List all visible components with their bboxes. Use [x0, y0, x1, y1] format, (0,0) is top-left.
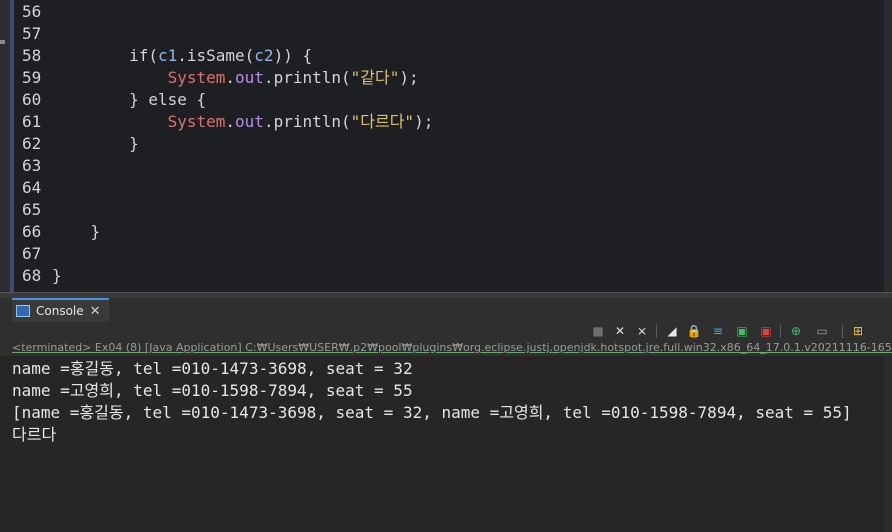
close-icon[interactable]: ✕: [90, 304, 101, 319]
code-token: "다르다": [350, 112, 415, 131]
code-token: out: [235, 112, 264, 131]
console-output-line: name =고영희, tel =010-1598-7894, seat = 55: [12, 381, 413, 400]
code-editor[interactable]: 56 57 58 if(c1.isSame(c2)) {59 System.out.…: [0, 0, 892, 292]
code-token: .isSame(: [177, 46, 255, 65]
console-scrollbar[interactable]: [884, 356, 892, 532]
editor-folding-strip: [10, 0, 14, 292]
tab-console[interactable]: Console ✕: [12, 298, 109, 322]
code-token: }: [52, 222, 101, 241]
line-number: 65: [22, 200, 42, 219]
code-token: .: [225, 112, 236, 131]
code-token: .: [225, 68, 236, 87]
remove-all-terminated-icon[interactable]: ⨯: [634, 323, 650, 339]
code-text: if(c1.isSame(c2)) {: [52, 45, 312, 67]
toolbar-separator: [842, 324, 843, 338]
toolbar-separator: [656, 324, 657, 338]
code-token: );: [399, 68, 419, 87]
code-token: );: [414, 112, 434, 131]
console-process-status: <terminated> Ex04 (8) [Java Application]…: [0, 340, 892, 356]
line-number: 68: [22, 266, 42, 285]
code-token: "같다": [350, 68, 400, 87]
code-token: } else {: [52, 90, 207, 109]
code-token: c2: [254, 46, 274, 65]
clear-console-icon[interactable]: ◢: [664, 323, 680, 339]
line-number: 56: [22, 2, 42, 21]
line-number: 61: [22, 112, 42, 131]
code-token: }: [52, 266, 62, 285]
line-number: 60: [22, 90, 42, 109]
pin-console-icon[interactable]: ⊕: [788, 323, 804, 339]
process-status-text: <terminated> Ex04 (8) [Java Application]…: [12, 341, 892, 354]
code-token: }: [52, 134, 139, 153]
code-text: }: [52, 133, 139, 155]
line-number: 62: [22, 134, 42, 153]
console-toolbar: ■ ✕ ⨯ ◢ 🔒 ≡ ▣ ▣ ⊕ ▭ ⊞: [0, 322, 892, 340]
code-token: out: [235, 68, 264, 87]
code-token: .println(: [263, 68, 351, 87]
code-text: System.out.println("다르다");: [52, 111, 434, 133]
editor-scrollbar[interactable]: [884, 0, 892, 292]
console-tab-bar: Console ✕: [0, 298, 892, 322]
code-token: c1: [157, 46, 178, 65]
code-text: } else {: [52, 89, 206, 111]
line-number: 59: [22, 68, 42, 87]
console-output-line: 다르다: [12, 425, 57, 444]
gutter-marker: [0, 40, 5, 44]
show-console-stderr-icon[interactable]: ▣: [758, 323, 774, 339]
code-token: System: [167, 112, 226, 131]
word-wrap-icon[interactable]: ≡: [710, 323, 726, 339]
terminate-icon[interactable]: ■: [590, 323, 606, 339]
console-output-line: name =홍길동, tel =010-1473-3698, seat = 32: [12, 359, 413, 378]
code-token: if(: [52, 46, 158, 65]
console-output[interactable]: name =홍길동, tel =010-1473-3698, seat = 32…: [0, 356, 892, 532]
console-output-line: [name =홍길동, tel =010-1473-3698, seat = 3…: [12, 403, 852, 422]
code-text: System.out.println("같다");: [52, 67, 419, 89]
toolbar-separator: [780, 324, 781, 338]
code-token: .println(: [263, 112, 351, 131]
code-token: System: [167, 68, 226, 87]
scroll-lock-icon[interactable]: 🔒: [686, 323, 702, 339]
code-text: }: [52, 265, 62, 287]
open-console-icon[interactable]: ⊞: [850, 323, 866, 339]
line-number: 67: [22, 244, 42, 263]
code-token: )) {: [273, 46, 313, 65]
line-number: 64: [22, 178, 42, 197]
display-selected-console-icon[interactable]: ▭: [814, 323, 830, 339]
console-icon: [16, 305, 30, 317]
remove-launch-icon[interactable]: ✕: [612, 323, 628, 339]
line-number: 63: [22, 156, 42, 175]
line-number: 58: [22, 46, 42, 65]
line-number: 57: [22, 24, 42, 43]
line-number: 66: [22, 222, 42, 241]
show-console-stdout-icon[interactable]: ▣: [734, 323, 750, 339]
code-text: }: [52, 221, 101, 243]
console-tab-label: Console: [36, 304, 84, 318]
